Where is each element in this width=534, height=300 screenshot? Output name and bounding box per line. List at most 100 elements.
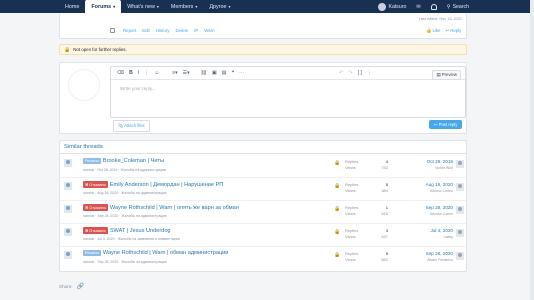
last-poster[interactable]: Alvaro Frederico [405, 258, 453, 262]
tab-other[interactable]: Другое ▾ [203, 0, 236, 13]
stat-labels: Replies Views [345, 205, 358, 217]
delete-link[interactable]: Delete [175, 28, 188, 33]
last-poster[interactable]: Alfonso Corleo [405, 212, 453, 216]
thread-title-text: Brooke_Coleman | Читы [102, 158, 165, 164]
last-poster[interactable]: Alfonso Corleo [405, 189, 453, 193]
inbox-button[interactable]: ✉ [411, 4, 425, 10]
last-post-date[interactable]: Sep 28, 2020 [405, 251, 453, 256]
eraser-icon[interactable]: ⌫ [117, 70, 124, 76]
alerts-button[interactable] [426, 3, 442, 10]
thread-meta: namiok · Sep 28, 2020 · Жалобы на админи… [83, 260, 167, 264]
views-label: Views [345, 211, 356, 216]
code-icon[interactable]: ⋯ [239, 70, 244, 76]
tab-label: Другое [209, 3, 227, 10]
media-icon[interactable]: ▤ [222, 70, 227, 76]
attach-label: Attach files [124, 123, 145, 128]
avatar [456, 160, 464, 168]
avatar [456, 206, 464, 214]
align-icon[interactable]: ≡▾ [172, 70, 177, 76]
thread-meta: namiok · Sep 28, 2020 · Жалобы на админи… [83, 214, 167, 218]
thread-meta: namiok · Jul 4, 2020 · Жалобы на заявлен… [83, 237, 180, 241]
bbcode-icon[interactable]: [ ] [358, 70, 362, 76]
table-row[interactable]: ✖ Отказано Wayne Rothschild | Warn | опят… [60, 201, 466, 224]
stat-values: 5 384 [378, 182, 388, 194]
tab-forums[interactable]: Forums ▾ [85, 0, 122, 13]
status-badge: ✖ Отказано [83, 181, 108, 188]
views-label: Views [345, 234, 356, 239]
last-poster[interactable]: Vortex Wolf [405, 166, 453, 170]
avatar [456, 183, 464, 191]
thread-title-text: SWAT | Jesus Underdog [109, 227, 171, 234]
stat-values: 5 582 [378, 251, 388, 263]
table-row[interactable]: ✖ Отказано SWAT | Jesus Underdog namiok ·… [60, 224, 466, 247]
last-post-date[interactable]: Oct 29, 2019 [405, 159, 453, 164]
status-badge: Решено [83, 158, 101, 164]
ip-link[interactable]: IP [194, 28, 198, 33]
tab-whats-new[interactable]: What's new ▾ [121, 0, 165, 13]
thread-title[interactable]: Решено Brooke_Coleman | Читы [83, 158, 164, 164]
tab-label: Forums [91, 3, 112, 10]
avatar [456, 229, 464, 237]
thread-meta: namiok · Oct 28, 2019 · Жалобы на админи… [83, 168, 167, 172]
reply-editor[interactable]: ⌫ B I ⋮ ☺ ≡▾ ☰▾ ⛓ ▣ ▤ ❝ ⋯ ↶ ↷ [ ] ⋮ ▤ Pr… [110, 66, 466, 118]
closed-notice: 🔒 Not open for further replies. [59, 44, 467, 55]
avatar [64, 159, 72, 167]
lock-icon: 🔒 [334, 183, 341, 189]
select-checkbox[interactable] [110, 28, 115, 33]
reply-button[interactable]: ↩ Reply [445, 28, 461, 34]
table-row[interactable]: Решено Brooke_Coleman | Читы namiok · Oct… [60, 155, 466, 178]
scrollbar[interactable] [530, 0, 534, 300]
nav-tabs: Home Forums ▾ What's new ▾ Members ▾ Другое… [59, 0, 237, 13]
last-poster[interactable]: Laaky [405, 235, 453, 239]
post-reply-label: Post reply [438, 122, 458, 127]
chevron-down-icon: ▾ [195, 4, 198, 9]
like-button[interactable]: 👍 Like [426, 28, 440, 34]
table-row[interactable]: Решено Wayne Rothschild | Warn | обман ад… [60, 247, 466, 270]
status-badge: ✖ Отказано [83, 227, 108, 234]
more-text-icon[interactable]: ⋮ [144, 70, 149, 76]
warn-link[interactable]: Warn [204, 28, 214, 33]
account-menu[interactable]: Katsuro [373, 2, 412, 11]
preview-button[interactable]: ▤ Preview [432, 70, 461, 80]
redo-icon[interactable]: ↷ [348, 70, 352, 76]
avatar [456, 252, 464, 260]
thread-title[interactable]: ✖ Отказано Emily Anderson | Демордан | На… [83, 181, 223, 188]
table-row[interactable]: ✖ Отказано Emily Anderson | Демордан | На… [60, 178, 466, 201]
envelope-icon: ✉ [416, 3, 421, 10]
post-card: Last edited: Nov 13, 2021 [59, 13, 467, 39]
bell-icon [430, 3, 437, 10]
thread-title[interactable]: ✖ Отказано Wayne Rothschild | Warn | опят… [83, 204, 239, 211]
last-post-date[interactable]: Jul 4, 2020 [405, 228, 453, 233]
attach-files-button[interactable]: 📎 Attach files [113, 120, 150, 132]
edit-link[interactable]: Edit [142, 28, 150, 33]
share-bar: Share: 🔗 [59, 283, 84, 290]
italic-icon[interactable]: I [138, 70, 139, 76]
link-icon[interactable]: 🔗 [77, 283, 84, 290]
lock-icon: 🔒 [334, 206, 341, 212]
report-link[interactable]: Report [123, 28, 136, 33]
last-post-date[interactable]: Aug 18, 2020 [405, 182, 453, 187]
undo-icon[interactable]: ↶ [339, 70, 343, 76]
bold-icon[interactable]: B [129, 70, 133, 76]
post-reply-button[interactable]: ↩ Post reply [429, 120, 463, 129]
tab-members[interactable]: Members ▾ [165, 0, 203, 13]
nav-user-area: Katsuro ✉ ⚲ Search [373, 0, 475, 13]
last-post-date[interactable]: Sep 28, 2020 [405, 205, 453, 210]
thread-title[interactable]: Решено Wayne Rothschild | Warn | обман ад… [83, 250, 228, 256]
views-count: 752 [381, 165, 388, 170]
reply-input-placeholder: Write your reply... [120, 86, 156, 91]
tab-home[interactable]: Home [59, 0, 85, 13]
views-label: Views [345, 188, 356, 193]
drafts-icon[interactable]: ⋮ [367, 70, 372, 76]
lock-icon: 🔒 [64, 46, 71, 53]
list-icon[interactable]: ☰▾ [183, 70, 190, 76]
avatar [64, 205, 72, 213]
history-link[interactable]: History [156, 28, 170, 33]
username: Katsuro [388, 3, 407, 10]
emoji-icon[interactable]: ☺ [154, 70, 159, 76]
link-icon[interactable]: ⛓ [201, 70, 207, 76]
thread-title[interactable]: ✖ Отказано SWAT | Jesus Underdog [83, 227, 171, 234]
search-button[interactable]: ⚲ Search [442, 4, 474, 10]
quote-icon[interactable]: ❝ [231, 70, 234, 76]
image-icon[interactable]: ▣ [212, 70, 217, 76]
